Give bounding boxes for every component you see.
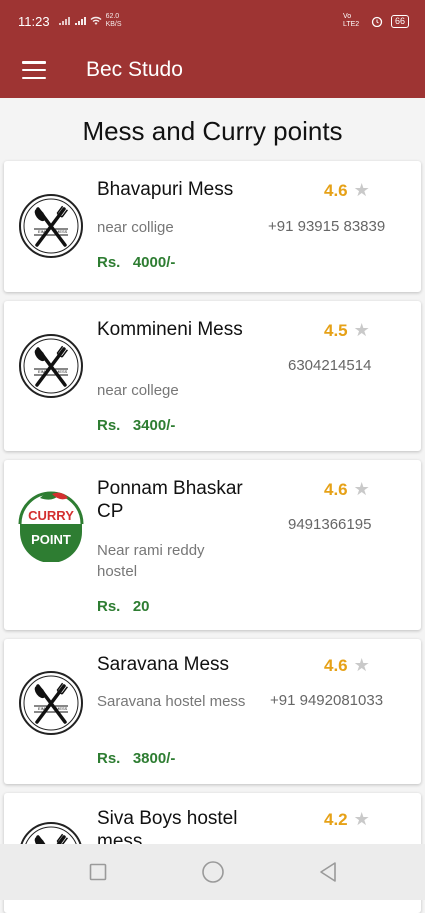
status-time: 11:23 [18,13,50,29]
svg-text:MESS: MESS [56,706,68,711]
svg-text:EIM: EIM [38,369,45,374]
star-icon: ★ [353,180,370,200]
svg-text:CURRY: CURRY [28,508,74,523]
mess-location: Saravana hostel mess [97,693,246,710]
utensils-logo-icon: EIM MESS [18,670,84,736]
mess-location: near college [97,382,179,399]
net-speed: 62.0 KB/S [105,13,122,28]
triangle-icon [319,862,336,882]
mess-card-bhavapuri[interactable]: EIM MESS Bhavapuri Mess near collige Rs.… [4,161,421,292]
volte-indicator: Vo LTE2 [342,13,360,28]
mess-name: Kommineni Mess [97,319,243,340]
rating-value: 4.6 [324,655,348,675]
mess-list: EIM MESS Bhavapuri Mess near collige Rs.… [0,161,425,913]
star-icon: ★ [353,809,370,829]
rating-value: 4.6 [324,180,348,200]
mess-price: Rs. 3400/- [97,417,176,434]
home-button[interactable] [193,852,233,892]
mess-name: Saravana Mess [97,654,230,675]
utensils-logo-icon: EIM MESS [18,193,84,259]
signal-icons: 62.0 KB/S [58,13,124,29]
svg-text:EIM: EIM [38,229,45,234]
star-icon: ★ [353,479,370,499]
recents-button[interactable] [78,852,118,892]
back-button[interactable] [308,852,348,892]
rating-value: 4.2 [324,809,348,829]
mess-location: Near rami reddy hostel [97,542,205,580]
svg-text:EIM: EIM [38,706,45,711]
app-bar: Bec Studo [0,42,425,98]
status-bar: 11:23 62.0 KB/S Vo LTE2 66 [0,0,425,42]
mess-price: Rs. 4000/- [97,254,176,271]
page-title: Mess and Curry points [82,116,343,146]
circle-icon [201,861,224,883]
mess-name: Ponnam Bhaskar CP [97,478,243,522]
mess-phone[interactable]: +91 9492081033 [270,692,383,709]
mess-phone[interactable]: 6304214514 [288,357,371,374]
svg-text:POINT: POINT [31,532,71,547]
mess-card-saravana[interactable]: EIM MESS Saravana Mess Saravana hostel m… [4,639,421,784]
mess-rating: 4.6 ★ [324,479,370,500]
svg-text:MESS: MESS [56,369,68,374]
mess-price: Rs. 3800/- [97,750,176,767]
mess-card-ponnam[interactable]: CURRY POINT Ponnam Bhaskar CP Near rami … [4,460,421,630]
app-title: Bec Studo [86,58,183,81]
utensils-logo-icon: EIM MESS [18,333,84,399]
battery-icon: 66 [390,14,409,28]
signal-icon [58,17,70,25]
alarm-icon [371,16,383,27]
mess-rating: 4.6 ★ [324,180,370,201]
mess-phone[interactable]: +91 93915 83839 [268,218,385,235]
square-icon [89,863,106,881]
mess-location: near collige [97,219,174,236]
menu-icon[interactable] [22,61,46,79]
mess-rating: 4.2 ★ [324,809,370,830]
signal-icon-2 [74,17,86,25]
rating-value: 4.6 [324,479,348,499]
star-icon: ★ [353,320,370,340]
mess-rating: 4.6 ★ [324,655,370,676]
svg-text:MESS: MESS [56,229,68,234]
system-nav-bar [0,844,425,900]
wifi-icon [90,16,102,25]
rating-value: 4.5 [324,320,348,340]
star-icon: ★ [353,655,370,675]
mess-price: Rs. 20 [97,598,150,615]
mess-rating: 4.5 ★ [324,320,370,341]
curry-point-logo-icon: CURRY POINT [18,491,84,562]
mess-card-kommineni[interactable]: EIM MESS Kommineni Mess near college Rs.… [4,301,421,451]
mess-phone[interactable]: 9491366195 [288,516,371,533]
mess-name: Bhavapuri Mess [97,179,234,200]
